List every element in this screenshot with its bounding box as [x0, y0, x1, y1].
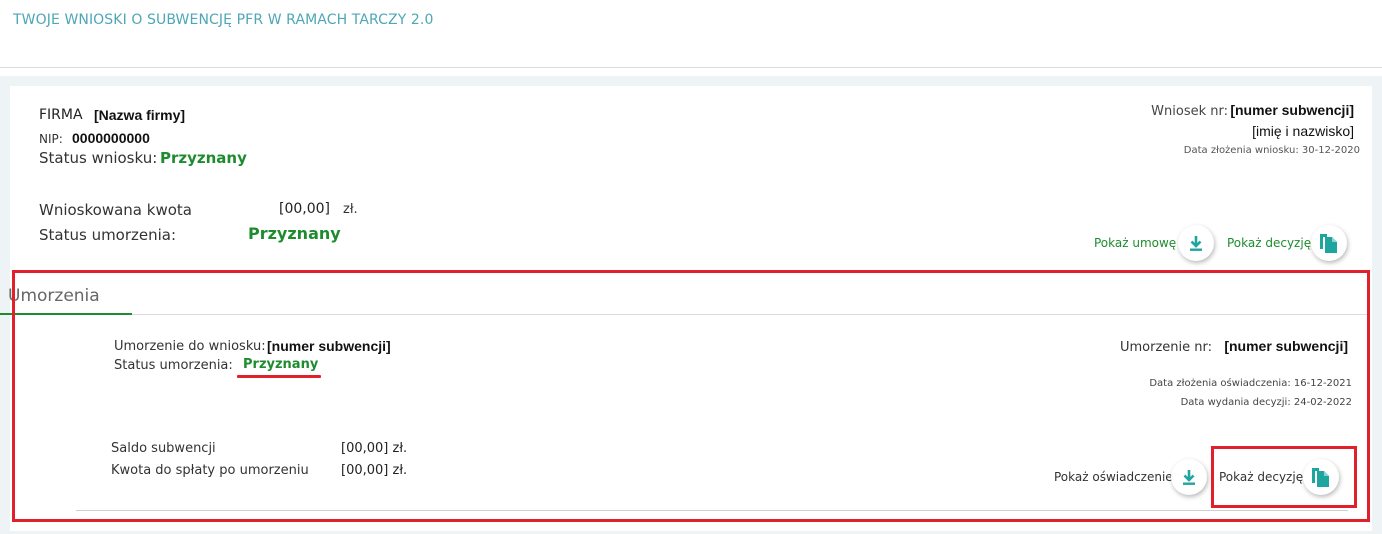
show-contract-button[interactable] — [1178, 225, 1214, 261]
show-forgiveness-decision-button[interactable] — [1303, 459, 1339, 495]
repayment-amount-value: [00,00] zł. — [341, 463, 408, 478]
show-statement-link[interactable]: Pokaż oświadczenie — [1054, 470, 1173, 484]
application-number-label: Wniosek nr: — [1151, 104, 1228, 119]
title-divider — [0, 67, 1382, 68]
applicant-name: [imię i nazwisko] — [1252, 123, 1354, 139]
subsidy-balance-label: Saldo subwencji — [111, 441, 216, 456]
application-status-label: Status wniosku: — [39, 149, 158, 167]
forgiveness-section-highlight — [12, 270, 1370, 522]
forgiveness-status-label: Status umorzenia: — [39, 226, 177, 244]
application-submitted-date: Data złożenia wniosku: 30-12-2020 — [1183, 145, 1360, 156]
show-forgiveness-decision-link[interactable]: Pokaż decyzję — [1219, 470, 1303, 484]
firma-label: FIRMA — [39, 107, 83, 123]
show-decision-button[interactable] — [1311, 225, 1347, 261]
show-statement-button[interactable] — [1171, 459, 1207, 495]
show-decision-link[interactable]: Pokaż decyzję — [1227, 236, 1311, 250]
decision-date: Data wydania decyzji: 24-02-2022 — [1180, 397, 1352, 408]
repayment-amount-label: Kwota do spłaty po umorzeniu — [111, 463, 309, 478]
firma-name: [Nazwa firmy] — [94, 107, 186, 123]
page-title: TWOJE WNIOSKI O SUBWENCJĘ PFR W RAMACH T… — [13, 12, 434, 28]
application-status-value: Przyznany — [160, 149, 247, 167]
subsidy-balance-value: [00,00] zł. — [341, 441, 408, 456]
forgiveness-number-value: [numer subwencji] — [1224, 338, 1348, 354]
nip-value: 0000000000 — [72, 130, 150, 146]
download-icon — [1190, 236, 1202, 251]
document-copy-icon — [1320, 234, 1337, 253]
requested-amount-label: Wnioskowana kwota — [39, 201, 192, 219]
forgiveness-number-label: Umorzenie nr: — [1119, 340, 1212, 355]
nip-label: NIP: — [39, 132, 63, 146]
status-highlight-underline — [237, 375, 321, 378]
statement-date: Data złożenia oświadczenia: 16-12-2021 — [1149, 378, 1352, 389]
forgiveness-status-value: Przyznany — [248, 224, 341, 243]
forgiveness-for-application-label: Umorzenie do wniosku: — [114, 339, 266, 354]
application-number-value: [numer subwencji] — [1230, 102, 1354, 118]
forgiveness-status-value-2: Przyznany — [243, 357, 319, 372]
document-copy-icon — [1312, 468, 1329, 487]
download-icon — [1183, 470, 1195, 485]
forgiveness-for-application-value: [numer subwencji] — [267, 338, 391, 354]
show-contract-link[interactable]: Pokaż umowę — [1094, 236, 1176, 250]
section-bottom-divider — [76, 510, 1348, 511]
requested-amount-currency: zł. — [343, 202, 358, 217]
forgiveness-status-label-2: Status umorzenia: — [114, 358, 233, 373]
requested-amount-value: [00,00] — [279, 201, 331, 217]
